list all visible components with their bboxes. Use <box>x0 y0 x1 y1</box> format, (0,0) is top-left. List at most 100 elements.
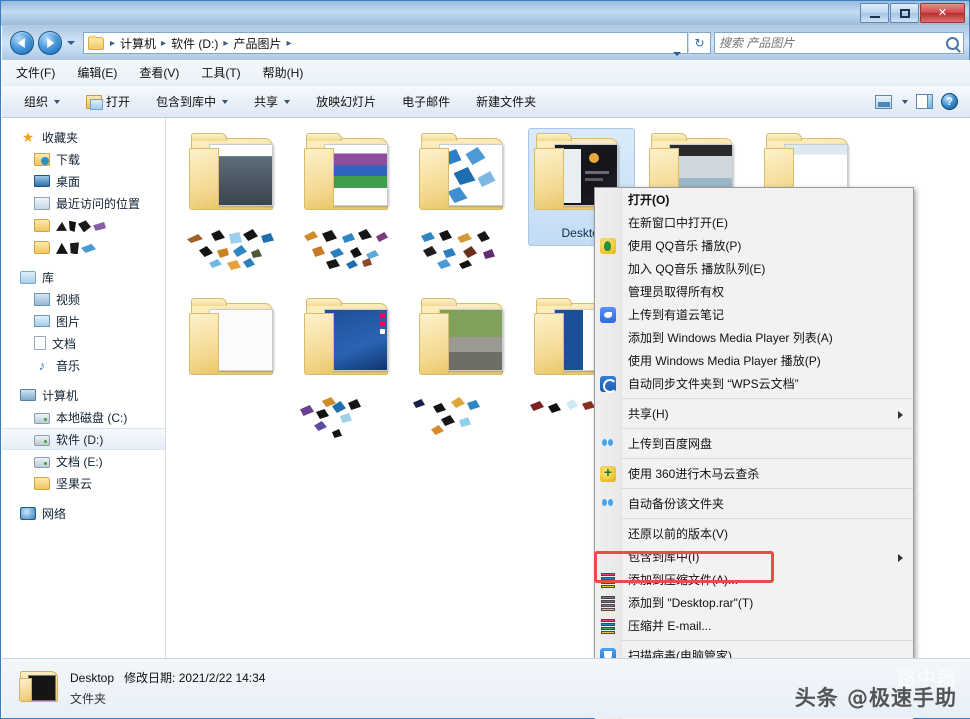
menu-separator <box>622 518 913 519</box>
nav-group-favorites: ★ 收藏夹 下载 桌面 最近访问的位置 <box>2 126 165 258</box>
toolbar-organize[interactable]: 组织 <box>24 93 61 110</box>
menu-item-360-scan[interactable]: 使用 360进行木马云查杀 <box>595 462 913 485</box>
maximize-button[interactable] <box>890 3 919 23</box>
menu-item-wmp-play[interactable]: 使用 Windows Media Player 播放(P) <box>595 349 913 372</box>
music-library-icon: ♪ <box>38 357 46 373</box>
toolbar-slideshow[interactable]: 放映幻灯片 <box>316 93 376 110</box>
sidebar-item-videos[interactable]: 视频 <box>2 288 165 310</box>
sidebar-item-drive-d[interactable]: 软件 (D:) <box>2 428 165 450</box>
menu-item-include-in-library[interactable]: 包含到库中(I) <box>595 545 913 568</box>
forward-button[interactable] <box>38 31 62 55</box>
redacted-label <box>411 226 526 272</box>
navigation-pane[interactable]: ★ 收藏夹 下载 桌面 最近访问的位置 库 视频 图片 文档 ♪ 音乐 计算机 … <box>2 118 166 658</box>
menu-tools[interactable]: 工具(T) <box>201 64 240 81</box>
change-view-icon[interactable] <box>875 94 892 109</box>
recent-pages-chevron-icon[interactable] <box>65 36 79 50</box>
menu-edit[interactable]: 编辑(E) <box>77 64 117 81</box>
folder-thumbnail <box>187 295 291 387</box>
breadcrumb-separator-icon: ▸ <box>223 37 229 49</box>
toolbar-include-in-library[interactable]: 包含到库中 <box>156 93 229 110</box>
menu-item-label: 上传到百度网盘 <box>628 437 713 451</box>
menu-item-open-new-window[interactable]: 在新窗口中打开(E) <box>595 211 913 234</box>
minimize-button[interactable] <box>860 3 889 23</box>
status-modified-value: 2021/2/22 14:34 <box>178 671 266 685</box>
sidebar-item-drive-e[interactable]: 文档 (E:) <box>2 450 165 472</box>
help-icon[interactable]: ? <box>941 93 958 110</box>
menu-item-wps-sync[interactable]: 自动同步文件夹到 “WPS云文档” <box>595 372 913 395</box>
toolbar-share[interactable]: 共享 <box>254 93 291 110</box>
file-item[interactable] <box>411 128 526 293</box>
toolbar-new-folder-label: 新建文件夹 <box>476 95 537 109</box>
file-item[interactable] <box>296 128 411 293</box>
sidebar-item-favorites[interactable]: ★ 收藏夹 <box>2 126 165 148</box>
sidebar-item-recent-places[interactable]: 最近访问的位置 <box>2 192 165 214</box>
menu-file[interactable]: 文件(F) <box>16 64 55 81</box>
close-button[interactable]: ✕ <box>920 3 965 23</box>
documents-library-icon <box>34 336 46 350</box>
sidebar-item-pictures[interactable]: 图片 <box>2 310 165 332</box>
menu-item-qqmusic-play[interactable]: 使用 QQ音乐 播放(P) <box>595 234 913 257</box>
sidebar-item-computer[interactable]: 计算机 <box>2 384 165 406</box>
menu-item-qqmusic-queue[interactable]: 加入 QQ音乐 播放队列(E) <box>595 257 913 280</box>
search-input[interactable] <box>719 36 946 50</box>
chevron-down-icon <box>222 99 229 104</box>
toolbar-new-folder[interactable]: 新建文件夹 <box>476 93 536 110</box>
refresh-button[interactable]: ↻ <box>689 32 711 54</box>
sidebar-label-downloads: 下载 <box>56 152 81 167</box>
file-item[interactable] <box>181 293 296 458</box>
menu-item-upload-youdao[interactable]: 上传到有道云笔记 <box>595 303 913 326</box>
toolbar-email[interactable]: 电子邮件 <box>402 93 450 110</box>
menu-item-add-to-desktop-rar[interactable]: 添加到 "Desktop.rar"(T) <box>595 591 913 614</box>
chevron-down-icon <box>54 99 61 104</box>
sidebar-item-music[interactable]: ♪ 音乐 <box>2 354 165 376</box>
menu-separator <box>622 488 913 489</box>
sidebar-label-videos: 视频 <box>56 292 81 307</box>
breadcrumb-item-computer[interactable]: 计算机 <box>118 35 158 52</box>
menu-item-restore-previous-versions[interactable]: 还原以前的版本(V) <box>595 522 913 545</box>
file-item[interactable] <box>181 128 296 293</box>
sidebar-item-downloads[interactable]: 下载 <box>2 148 165 170</box>
nav-group-computer: 计算机 本地磁盘 (C:) 软件 (D:) 文档 (E:) 坚果云 <box>2 384 165 494</box>
menu-view[interactable]: 查看(V) <box>139 64 179 81</box>
sidebar-item-network[interactable]: 网络 <box>2 502 165 524</box>
nav-group-network: 网络 <box>2 502 165 524</box>
breadcrumb-item-product-images[interactable]: 产品图片 <box>231 35 283 52</box>
file-item[interactable] <box>296 293 411 458</box>
explorer-window: ✕ ▸ 计算机 ▸ 软件 (D:) ▸ 产品图片 ▸ ↻ 搜索 产品图片 文件(… <box>0 0 970 719</box>
breadcrumb[interactable]: ▸ 计算机 ▸ 软件 (D:) ▸ 产品图片 ▸ <box>83 32 688 56</box>
sidebar-item-drive-c[interactable]: 本地磁盘 (C:) <box>2 406 165 428</box>
sidebar-label-music: 音乐 <box>56 358 81 373</box>
sidebar-item-documents[interactable]: 文档 <box>2 332 165 354</box>
preview-pane-icon[interactable] <box>916 94 933 109</box>
sidebar-item-redacted-1[interactable] <box>2 214 165 236</box>
search-box[interactable] <box>714 32 964 54</box>
desktop-icon <box>34 175 50 187</box>
redacted-label <box>181 226 296 272</box>
menu-item-label: 共享(H) <box>628 407 669 421</box>
menu-item-wmp-add-list[interactable]: 添加到 Windows Media Player 列表(A) <box>595 326 913 349</box>
sidebar-label-documents: 文档 <box>52 336 77 351</box>
sidebar-item-redacted-2[interactable] <box>2 236 165 258</box>
sidebar-item-nutstore[interactable]: 坚果云 <box>2 472 165 494</box>
menu-item-add-to-archive[interactable]: 添加到压缩文件(A)... <box>595 568 913 591</box>
breadcrumb-item-drive-d[interactable]: 软件 (D:) <box>169 35 220 52</box>
sidebar-label-pictures: 图片 <box>56 314 81 329</box>
file-item[interactable] <box>411 293 526 458</box>
view-caret-icon[interactable] <box>902 99 908 104</box>
menu-item-open[interactable]: 打开(O) <box>595 188 913 211</box>
context-menu[interactable]: 打开(O) 在新窗口中打开(E) 使用 QQ音乐 播放(P) 加入 QQ音乐 播… <box>594 187 914 719</box>
folder-thumbnail <box>417 295 521 387</box>
baidu-backup-icon <box>600 496 616 512</box>
menu-item-compress-and-email[interactable]: 压缩并 E-mail... <box>595 614 913 637</box>
sidebar-label-drive-e: 文档 (E:) <box>56 454 103 469</box>
sidebar-item-desktop[interactable]: 桌面 <box>2 170 165 192</box>
menu-item-upload-baidu-pan[interactable]: 上传到百度网盘 <box>595 432 913 455</box>
sidebar-item-libraries[interactable]: 库 <box>2 266 165 288</box>
menu-item-auto-backup-folder[interactable]: 自动备份该文件夹 <box>595 492 913 515</box>
back-button[interactable] <box>10 31 34 55</box>
menu-help[interactable]: 帮助(H) <box>263 64 304 81</box>
submenu-arrow-icon <box>898 554 903 562</box>
menu-item-share[interactable]: 共享(H) <box>595 402 913 425</box>
menu-item-take-ownership[interactable]: 管理员取得所有权 <box>595 280 913 303</box>
toolbar-open[interactable]: 打开 <box>86 93 130 110</box>
